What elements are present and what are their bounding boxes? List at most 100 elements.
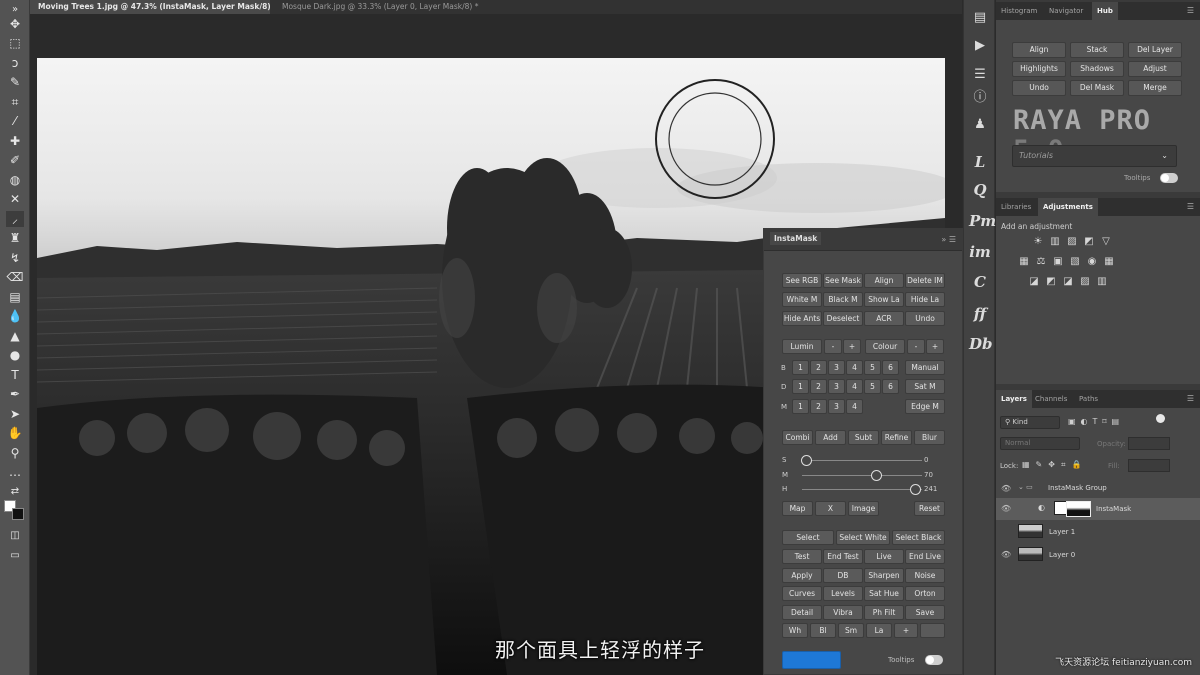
photo-filter-button[interactable]: Ph Filt	[864, 605, 904, 620]
brush-icon[interactable]: ⸝	[6, 211, 24, 227]
panel-menu-icon[interactable]: ☰	[1187, 394, 1194, 403]
tutorials-dropdown[interactable]: Tutorials ⌄	[1012, 145, 1177, 167]
tab-adjustments[interactable]: Adjustments	[1038, 198, 1098, 216]
blur-button[interactable]: Blur	[914, 430, 945, 445]
eraser-icon[interactable]: ⌫	[6, 269, 24, 285]
type-icon[interactable]: T	[6, 367, 24, 383]
dark-3-button[interactable]: 3	[828, 379, 845, 394]
bright-4-button[interactable]: 4	[846, 360, 863, 375]
hub-stack-button[interactable]: Stack	[1070, 42, 1124, 58]
mid-4-button[interactable]: 4	[846, 399, 863, 414]
selective-color-icon[interactable]: ▥	[1096, 276, 1108, 288]
info-icon[interactable]: ⓘ	[969, 88, 991, 108]
select-white-button[interactable]: Select White	[836, 530, 890, 545]
dark-4-button[interactable]: 4	[846, 379, 863, 394]
photo-filter-icon[interactable]: ▧	[1069, 256, 1081, 268]
lock-icons[interactable]: ▦✎✥⌗🔒	[1022, 460, 1087, 470]
undo-button[interactable]: Undo	[905, 311, 945, 326]
move-icon[interactable]: ✥	[6, 16, 24, 32]
raya-db-icon[interactable]: Db	[969, 334, 993, 354]
refine-button[interactable]: Refine	[881, 430, 912, 445]
patch-icon[interactable]: ◍	[6, 172, 24, 188]
dark-6-button[interactable]: 6	[882, 379, 899, 394]
lumin-plus-button[interactable]: +	[843, 339, 861, 354]
see-rgb-button[interactable]: See RGB	[782, 273, 822, 288]
tab-paths[interactable]: Paths	[1074, 390, 1103, 408]
color-lookup-icon[interactable]: ▦	[1103, 256, 1115, 268]
curves-button[interactable]: Curves	[782, 586, 822, 601]
dark-1-button[interactable]: 1	[792, 379, 809, 394]
color-balance-icon[interactable]: ⚖	[1035, 256, 1047, 268]
bright-3-button[interactable]: 3	[828, 360, 845, 375]
mid-1-button[interactable]: 1	[792, 399, 809, 414]
visibility-eye-icon[interactable]: 👁	[1001, 484, 1011, 494]
hub-highlights-button[interactable]: Highlights	[1012, 61, 1066, 77]
posterize-icon[interactable]: ◩	[1045, 276, 1057, 288]
acr-button[interactable]: ACR	[864, 311, 904, 326]
see-mask-button[interactable]: See Mask	[823, 273, 863, 288]
black-white-icon[interactable]: ▣	[1052, 256, 1064, 268]
zoom-icon[interactable]: ⚲	[6, 445, 24, 461]
more-icon[interactable]: …	[6, 464, 24, 480]
vibrance-icon[interactable]: ▽	[1100, 236, 1112, 248]
exposure-icon[interactable]: ◩	[1083, 236, 1095, 248]
raya-im-icon[interactable]: im	[969, 242, 991, 262]
hub-del-layer-button[interactable]: Del Layer	[1128, 42, 1182, 58]
transform-icon[interactable]: ✕	[6, 191, 24, 207]
x-button[interactable]: X	[815, 501, 846, 516]
hub-undo-button[interactable]: Undo	[1012, 80, 1066, 96]
apply-button[interactable]: Apply	[782, 568, 822, 583]
white-m-button[interactable]: White M	[782, 292, 822, 307]
detail-button[interactable]: Detail	[782, 605, 822, 620]
raya-q-icon[interactable]: Q	[969, 180, 991, 200]
blur-icon[interactable]: 💧	[6, 308, 24, 324]
slider-knob[interactable]	[871, 470, 883, 481]
layer-row[interactable]: 👁 ◐ InstaMask	[996, 498, 1200, 520]
person-icon[interactable]: ♟	[969, 115, 991, 135]
panel-menu-icon[interactable]: ☰	[1187, 202, 1194, 211]
slider-track[interactable]	[802, 475, 922, 476]
orton-button[interactable]: Orton	[905, 586, 945, 601]
tab-moving-trees[interactable]: Moving Trees 1.jpg @ 47.3% (InstaMask, L…	[30, 0, 270, 14]
layer-mask-thumbnail[interactable]	[1066, 501, 1091, 517]
dodge-icon[interactable]: ●	[6, 347, 24, 363]
subtract-button[interactable]: Subt	[848, 430, 879, 445]
raya-l-icon[interactable]: L	[969, 152, 991, 172]
play-icon[interactable]: ▶	[969, 36, 991, 56]
map-button[interactable]: Map	[782, 501, 813, 516]
delete-im-button[interactable]: Delete IM	[905, 273, 945, 288]
layer-filter-icons[interactable]: ▣◐T⌑▤	[1068, 417, 1124, 426]
mid-3-button[interactable]: 3	[828, 399, 845, 414]
show-layer-button[interactable]: Show La	[864, 292, 904, 307]
db-button[interactable]: DB	[823, 568, 863, 583]
visibility-eye-icon[interactable]: 👁	[1001, 504, 1011, 514]
hub-shadows-button[interactable]: Shadows	[1070, 61, 1124, 77]
gradient-map-icon[interactable]: ▨	[1079, 276, 1091, 288]
align-button[interactable]: Align	[864, 273, 904, 288]
pen-icon[interactable]: ✒	[6, 386, 24, 402]
quick-select-icon[interactable]: ✎	[6, 74, 24, 90]
colour-plus-button[interactable]: +	[926, 339, 944, 354]
eyedropper-icon[interactable]: ⁄	[6, 113, 24, 129]
layer-row[interactable]: Layer 1	[996, 521, 1200, 543]
bright-1-button[interactable]: 1	[792, 360, 809, 375]
hide-layer-button[interactable]: Hide La	[905, 292, 945, 307]
slider-knob[interactable]	[909, 484, 921, 495]
live-button[interactable]: Live	[864, 549, 904, 564]
slider-track[interactable]	[802, 489, 922, 490]
raya-c-icon[interactable]: C	[969, 272, 991, 292]
crop-icon[interactable]: ⌗	[6, 94, 24, 110]
history-icon[interactable]: ▤	[969, 8, 991, 28]
layer-filter-kind[interactable]: ⚲ Kind	[1000, 416, 1060, 429]
end-live-button[interactable]: End Live	[905, 549, 945, 564]
tab-mosque-dark[interactable]: Mosque Dark.jpg @ 33.3% (Layer 0, Layer …	[274, 0, 504, 14]
hide-ants-button[interactable]: Hide Ants	[782, 311, 822, 326]
background-color-swatch[interactable]	[12, 508, 24, 520]
channel-mixer-icon[interactable]: ◉	[1086, 256, 1098, 268]
quick-mask-icon[interactable]: ◫	[6, 528, 24, 544]
hue-sat-icon[interactable]: ▦	[1018, 256, 1030, 268]
select-black-button[interactable]: Select Black	[892, 530, 945, 545]
tab-histogram[interactable]: Histogram	[996, 2, 1042, 20]
edge-m-button[interactable]: Edge M	[905, 399, 945, 414]
swap-colors-icon[interactable]: ⇄	[6, 484, 24, 500]
